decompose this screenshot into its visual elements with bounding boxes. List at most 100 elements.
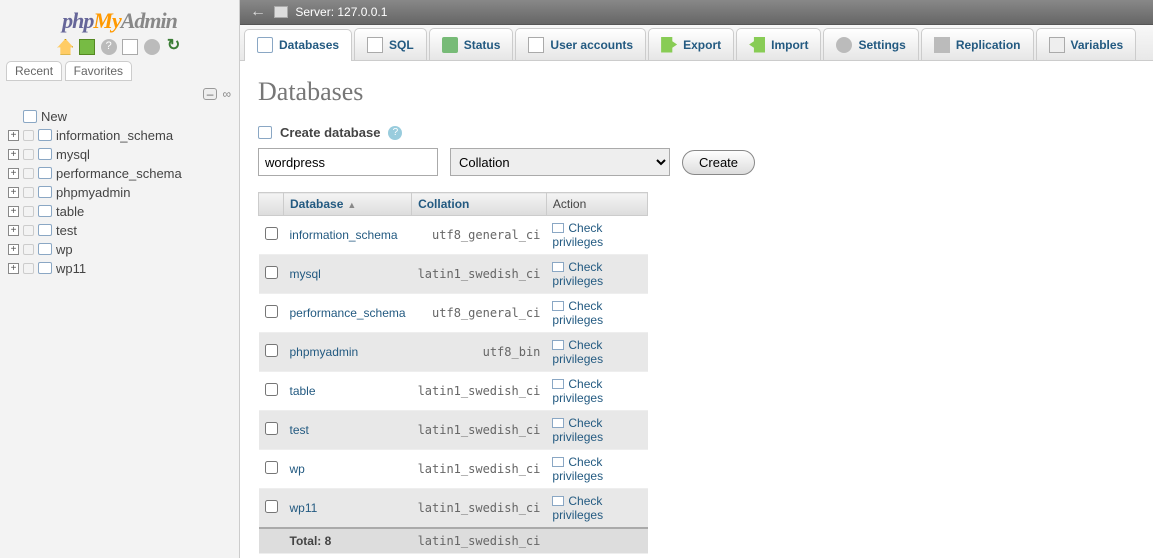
tab-databases-label: Databases [279, 38, 339, 52]
row-checkbox[interactable] [265, 305, 278, 318]
top-tabs: Databases SQL Status User accounts Expor… [240, 25, 1153, 61]
row-checkbox[interactable] [265, 266, 278, 279]
row-collation: utf8_general_ci [412, 216, 547, 255]
privileges-icon [552, 262, 564, 272]
expand-icon[interactable]: + [8, 130, 19, 141]
tree-node-db[interactable]: +wp [6, 240, 233, 259]
logout-icon[interactable] [79, 39, 95, 55]
tree-dot-icon [23, 187, 34, 198]
page-title: Databases [258, 77, 1135, 107]
row-checkbox[interactable] [265, 422, 278, 435]
settings-tab-icon [836, 37, 852, 53]
tab-sql[interactable]: SQL [354, 28, 427, 60]
tree-dot-icon [23, 225, 34, 236]
database-link[interactable]: phpmyadmin [290, 345, 359, 359]
row-collation: utf8_general_ci [412, 294, 547, 333]
expand-icon[interactable]: + [8, 244, 19, 255]
expand-icon[interactable]: + [8, 263, 19, 274]
tab-import[interactable]: Import [736, 28, 821, 60]
server-bar: ← Server: 127.0.0.1 [240, 0, 1153, 25]
help-create-icon[interactable]: ? [388, 126, 402, 140]
expand-icon[interactable]: + [8, 187, 19, 198]
logo-part-php: php [62, 8, 93, 33]
tab-settings-label: Settings [858, 38, 905, 52]
collapse-panel-button[interactable]: – [203, 88, 217, 100]
table-row: wp11latin1_swedish_ciCheck privileges [259, 489, 648, 529]
logo-part-my: My [93, 8, 120, 33]
export-icon [661, 37, 677, 53]
tab-favorites[interactable]: Favorites [65, 61, 132, 81]
table-row: testlatin1_swedish_ciCheck privileges [259, 411, 648, 450]
server-breadcrumb[interactable]: Server: 127.0.0.1 [274, 5, 387, 19]
table-row: performance_schemautf8_general_ciCheck p… [259, 294, 648, 333]
help-icon[interactable]: ? [101, 39, 117, 55]
expand-icon[interactable]: + [8, 168, 19, 179]
database-icon [38, 262, 52, 274]
row-collation: utf8_bin [412, 333, 547, 372]
sql-docs-icon[interactable] [122, 39, 138, 55]
row-checkbox[interactable] [265, 500, 278, 513]
database-link[interactable]: mysql [290, 267, 321, 281]
col-database-header[interactable]: Database▲ [284, 193, 412, 216]
database-link[interactable]: information_schema [290, 228, 398, 242]
tree-node-db[interactable]: + information_schema [6, 126, 233, 145]
tab-variables[interactable]: Variables [1036, 28, 1137, 60]
database-link[interactable]: test [290, 423, 309, 437]
link-icon[interactable]: ∞ [222, 87, 231, 101]
row-checkbox[interactable] [265, 344, 278, 357]
expand-icon[interactable]: + [8, 206, 19, 217]
tree-node-new[interactable]: New [6, 107, 233, 126]
tab-status[interactable]: Status [429, 28, 514, 60]
reload-icon[interactable]: ↻ [166, 39, 182, 55]
expand-icon[interactable]: + [8, 225, 19, 236]
tree-node-db[interactable]: + table [6, 202, 233, 221]
privileges-icon [552, 418, 564, 428]
tab-databases[interactable]: Databases [244, 29, 352, 61]
databases-icon [257, 37, 273, 53]
database-link[interactable]: wp [290, 462, 305, 476]
home-icon[interactable] [57, 39, 73, 55]
table-row: information_schemautf8_general_ciCheck p… [259, 216, 648, 255]
tab-variables-label: Variables [1071, 38, 1124, 52]
server-host[interactable]: 127.0.0.1 [337, 5, 387, 19]
tree-dot-icon [23, 149, 34, 160]
tree-node-db[interactable]: +phpmyadmin [6, 183, 233, 202]
tab-replication-label: Replication [956, 38, 1021, 52]
database-link[interactable]: wp11 [290, 501, 318, 515]
table-row: wplatin1_swedish_ciCheck privileges [259, 450, 648, 489]
tree-dot-icon [23, 130, 34, 141]
database-link[interactable]: performance_schema [290, 306, 406, 320]
tab-settings[interactable]: Settings [823, 28, 918, 60]
row-checkbox[interactable] [265, 461, 278, 474]
logo[interactable]: phpMyAdmin [6, 4, 233, 36]
tree-dot-icon [23, 168, 34, 179]
sort-asc-icon: ▲ [347, 200, 356, 210]
create-button[interactable]: Create [682, 150, 755, 175]
settings-icon[interactable] [144, 39, 160, 55]
database-name-input[interactable] [258, 148, 438, 176]
collation-select[interactable]: Collation [450, 148, 670, 176]
tab-recent[interactable]: Recent [6, 61, 62, 81]
tree-node-label: information_schema [56, 128, 173, 143]
back-button[interactable]: ← [250, 3, 266, 21]
tree-dot-icon [23, 244, 34, 255]
tree-node-db[interactable]: +mysql [6, 145, 233, 164]
tree-node-db[interactable]: +test [6, 221, 233, 240]
tab-export[interactable]: Export [648, 28, 734, 60]
database-icon [38, 148, 52, 160]
row-checkbox[interactable] [265, 227, 278, 240]
tree-dot-icon [23, 263, 34, 274]
tree-node-label: wp11 [56, 261, 86, 276]
row-collation: latin1_swedish_ci [412, 372, 547, 411]
tree-node-db[interactable]: + wp11 [6, 259, 233, 278]
total-collation: latin1_swedish_ci [412, 528, 547, 554]
row-checkbox[interactable] [265, 383, 278, 396]
tree-node-db[interactable]: +performance_schema [6, 164, 233, 183]
expand-icon[interactable]: + [8, 149, 19, 160]
col-collation-header[interactable]: Collation [412, 193, 547, 216]
variables-icon [1049, 37, 1065, 53]
tab-user-accounts[interactable]: User accounts [515, 28, 646, 60]
tree-node-label: table [56, 204, 84, 219]
database-link[interactable]: table [290, 384, 316, 398]
tab-replication[interactable]: Replication [921, 28, 1034, 60]
